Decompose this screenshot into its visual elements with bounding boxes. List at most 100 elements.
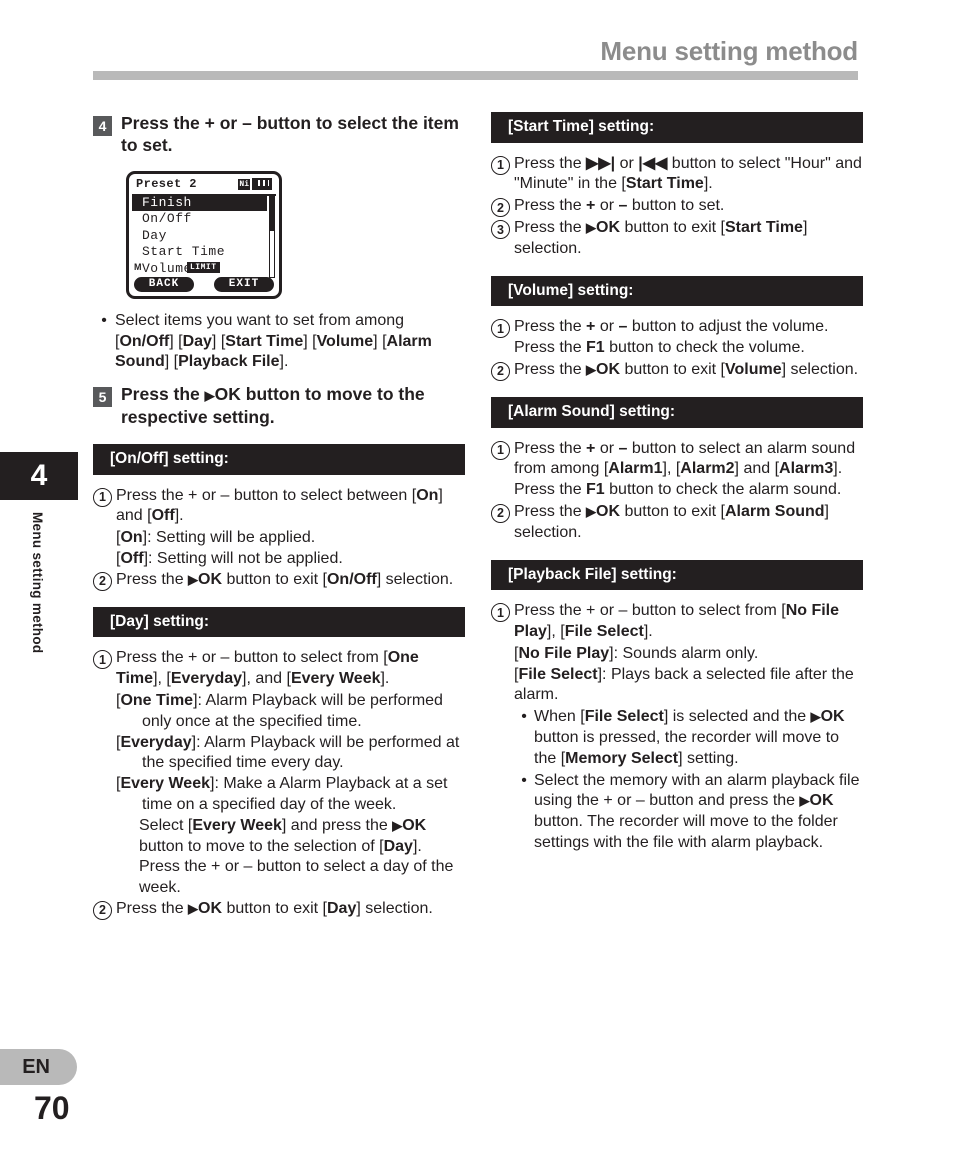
step-5-number: 5 xyxy=(93,387,112,408)
start-time-step-1: 1 Press the ▶▶| or |◀◀ button to select … xyxy=(491,154,863,196)
start-time-step-3: 3 Press the ▶OK button to exit [Start Ti… xyxy=(491,218,863,260)
alarm-sound-step-1-text: Press the + or – button to select an ala… xyxy=(514,439,856,499)
play-ok-triangle-icon: ▶ xyxy=(188,571,199,587)
step-4-number: 4 xyxy=(93,116,112,136)
circled-number-1: 1 xyxy=(491,603,510,623)
circled-number-1: 1 xyxy=(93,650,112,670)
section-header-volume: [Volume] setting: xyxy=(491,275,863,307)
play-ok-triangle-icon: ▶ xyxy=(799,793,810,809)
play-ok-triangle-icon: ▶ xyxy=(586,220,597,236)
day-every-week-description: [Every Week]: Make a Alarm Playback at a… xyxy=(116,775,448,813)
onoff-step-2-text: Press the ▶OK button to exit [On/Off] se… xyxy=(116,570,454,588)
item-day: Day xyxy=(182,332,212,350)
no-file-play-description: [No File Play]: Sounds alarm only. xyxy=(514,644,759,662)
lcd-exit-button: EXIT xyxy=(214,276,274,292)
circled-number-1: 1 xyxy=(491,155,510,175)
bullet-dot-icon: • xyxy=(101,311,107,329)
circled-number-2: 2 xyxy=(491,361,510,381)
playback-file-note-1-text: When [File Select] is selected and the ▶… xyxy=(534,708,845,767)
section-header-playback-file: [Playback File] setting: xyxy=(491,559,863,591)
alarm-sound-step-2-text: Press the ▶OK button to exit [Alarm Soun… xyxy=(514,502,829,541)
lcd-note-list: • Select items you want to set from amon… xyxy=(93,311,465,373)
fast-forward-icon: ▶▶| xyxy=(586,154,616,172)
step-4-text: Press the + or – button to select the it… xyxy=(121,113,459,156)
chapter-vertical-label: Menu setting method xyxy=(30,512,45,654)
bullet-dot-icon: • xyxy=(521,708,527,726)
play-ok-triangle-icon: ▶ xyxy=(392,817,403,833)
circled-number-1: 1 xyxy=(491,319,510,339)
step-5: 5 Press the ▶OK button to move to the re… xyxy=(93,383,465,428)
item-start-time: Start Time xyxy=(225,332,304,350)
bullet-dot-icon: • xyxy=(521,771,527,789)
playback-file-note-2-text: Select the memory with an alarm playback… xyxy=(534,771,860,851)
lcd-menu-item-start-time: Start Time xyxy=(142,244,226,260)
lcd-screen: Preset 2 Ni Finish On/Off Day Start Time… xyxy=(126,170,282,299)
microphone-icon: M xyxy=(134,261,142,272)
start-time-step-2-text: Press the + or – button to set. xyxy=(514,197,725,215)
lcd-menu-item-finish: Finish xyxy=(132,194,267,212)
playback-file-step-1-text: Press the + or – button to select from [… xyxy=(514,602,840,640)
item-playback-file: Playback File xyxy=(178,353,280,371)
circled-number-1: 1 xyxy=(491,440,510,460)
onoff-step-2: 2 Press the ▶OK button to exit [On/Off] … xyxy=(93,570,465,591)
start-time-step-3-text: Press the ▶OK button to exit [Start Time… xyxy=(514,219,808,257)
onoff-step-1-text: Press the + or – button to select betwee… xyxy=(116,486,443,525)
alarm-sound-step-2: 2 Press the ▶OK button to exit [Alarm So… xyxy=(491,502,863,544)
chapter-number: 4 xyxy=(30,459,48,492)
battery-type-label: Ni xyxy=(238,178,250,190)
onoff-off-description: [Off]: Setting will not be applied. xyxy=(116,549,343,567)
lcd-menu-item-day: Day xyxy=(142,227,167,243)
step-5-text: Press the ▶OK button to move to the resp… xyxy=(121,384,425,427)
circled-number-2: 2 xyxy=(93,571,112,591)
onoff-step-1: 1 Press the + or – button to select betw… xyxy=(93,486,465,528)
day-every-week-note: Select [Every Week] and press the ▶OK bu… xyxy=(139,816,454,897)
lcd-note-text: Select items you want to set from among … xyxy=(115,311,432,371)
playback-file-note-1: • When [File Select] is selected and the… xyxy=(514,707,863,769)
item-volume: Volume xyxy=(316,332,374,350)
day-step-2: 2 Press the ▶OK button to exit [Day] sel… xyxy=(93,899,465,920)
right-column: [Start Time] setting: 1 Press the ▶▶| or… xyxy=(491,112,863,854)
rewind-icon: |◀◀ xyxy=(638,154,668,172)
lcd-back-button: BACK xyxy=(134,276,194,292)
circled-number-1: 1 xyxy=(93,487,112,507)
circled-number-2: 2 xyxy=(491,198,510,218)
file-select-description: [File Select]: Plays back a selected fil… xyxy=(514,665,854,704)
circled-number-2: 2 xyxy=(93,900,112,920)
chapter-tab: 4 xyxy=(0,452,78,500)
lcd-title: Preset 2 xyxy=(136,176,197,191)
day-one-time-description: [One Time]: Alarm Playback will be perfo… xyxy=(116,691,443,730)
header-divider xyxy=(93,71,858,80)
f1-button-label: F1 xyxy=(586,481,605,499)
start-time-step-2: 2 Press the + or – button to set. xyxy=(491,196,863,218)
section-header-onoff: [On/Off] setting: xyxy=(93,443,465,475)
lcd-scrollbar-thumb xyxy=(270,196,274,231)
day-everyday-description: [Everyday]: Alarm Playback will be perfo… xyxy=(116,733,460,772)
circled-number-2: 2 xyxy=(491,503,510,523)
section-header-alarm-sound: [Alarm Sound] setting: xyxy=(491,396,863,428)
f1-button-label: F1 xyxy=(586,339,605,357)
alarm-sound-step-1: 1 Press the + or – button to select an a… xyxy=(491,439,863,501)
play-ok-triangle-icon: ▶ xyxy=(188,900,199,916)
section-header-day: [Day] setting: xyxy=(93,606,465,638)
left-column: 4 Press the + or – button to select the … xyxy=(93,112,465,921)
day-step-1-text: Press the + or – button to select from [… xyxy=(116,649,419,688)
battery-icon xyxy=(252,177,272,190)
playback-file-step-1: 1 Press the + or – button to select from… xyxy=(491,601,863,643)
onoff-on-description: [On]: Setting will be applied. xyxy=(116,529,316,547)
limit-badge: LIMIT xyxy=(187,261,220,273)
day-step-2-text: Press the ▶OK button to exit [Day] selec… xyxy=(116,899,433,917)
section-header-start-time: [Start Time] setting: xyxy=(491,112,863,143)
play-ok-triangle-icon: ▶ xyxy=(586,503,597,519)
volume-step-2: 2 Press the ▶OK button to exit [Volume] … xyxy=(491,360,863,381)
step-4: 4 Press the + or – button to select the … xyxy=(93,112,465,157)
lcd-note-bullet: • Select items you want to set from amon… xyxy=(93,311,465,373)
volume-step-1: 1 Press the + or – button to adjust the … xyxy=(491,317,863,359)
volume-step-1-text: Press the + or – button to adjust the vo… xyxy=(514,318,829,357)
page-header: Menu setting method xyxy=(93,36,858,80)
day-step-1: 1 Press the + or – button to select from… xyxy=(93,648,465,690)
play-ok-triangle-icon: ▶ xyxy=(586,361,597,377)
lcd-illustration: Preset 2 Ni Finish On/Off Day Start Time… xyxy=(126,170,465,299)
page-title: Menu setting method xyxy=(600,36,858,66)
start-time-step-1-text: Press the ▶▶| or |◀◀ button to select "H… xyxy=(514,154,862,193)
language-tab-label: EN xyxy=(22,1055,50,1078)
